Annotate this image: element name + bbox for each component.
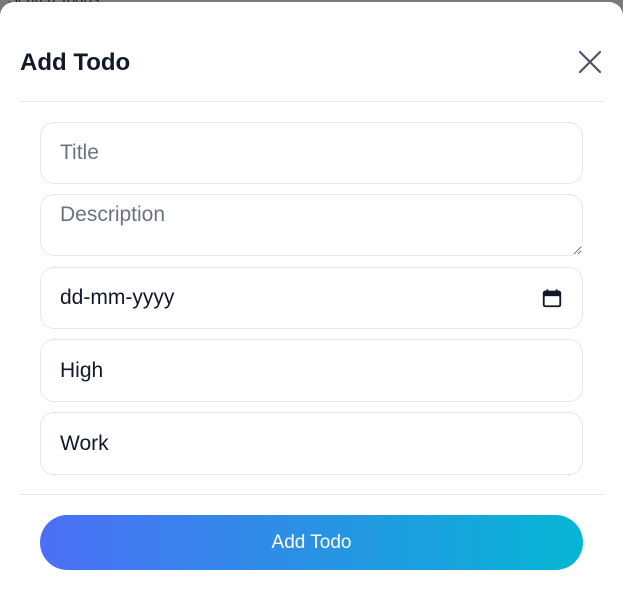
add-todo-button[interactable]: Add Todo bbox=[40, 515, 583, 570]
footer-divider bbox=[20, 494, 603, 495]
title-input[interactable] bbox=[40, 122, 583, 184]
date-input-value: dd-mm-yyyy bbox=[60, 286, 175, 309]
close-button[interactable] bbox=[577, 49, 603, 75]
due-date-input[interactable]: dd-mm-yyyy bbox=[40, 267, 583, 329]
priority-selected-value: High bbox=[60, 358, 104, 382]
modal-title: Add Todo bbox=[20, 49, 131, 76]
calendar-icon[interactable] bbox=[541, 287, 563, 309]
category-selected-value: Work bbox=[60, 431, 109, 455]
priority-select[interactable]: High bbox=[40, 339, 583, 402]
description-textarea[interactable] bbox=[40, 194, 583, 256]
category-select[interactable]: Work bbox=[40, 412, 583, 475]
close-icon bbox=[578, 50, 602, 74]
add-todo-modal: Add Todo dd-mm-yyyy High Work Add Todo bbox=[0, 2, 623, 602]
